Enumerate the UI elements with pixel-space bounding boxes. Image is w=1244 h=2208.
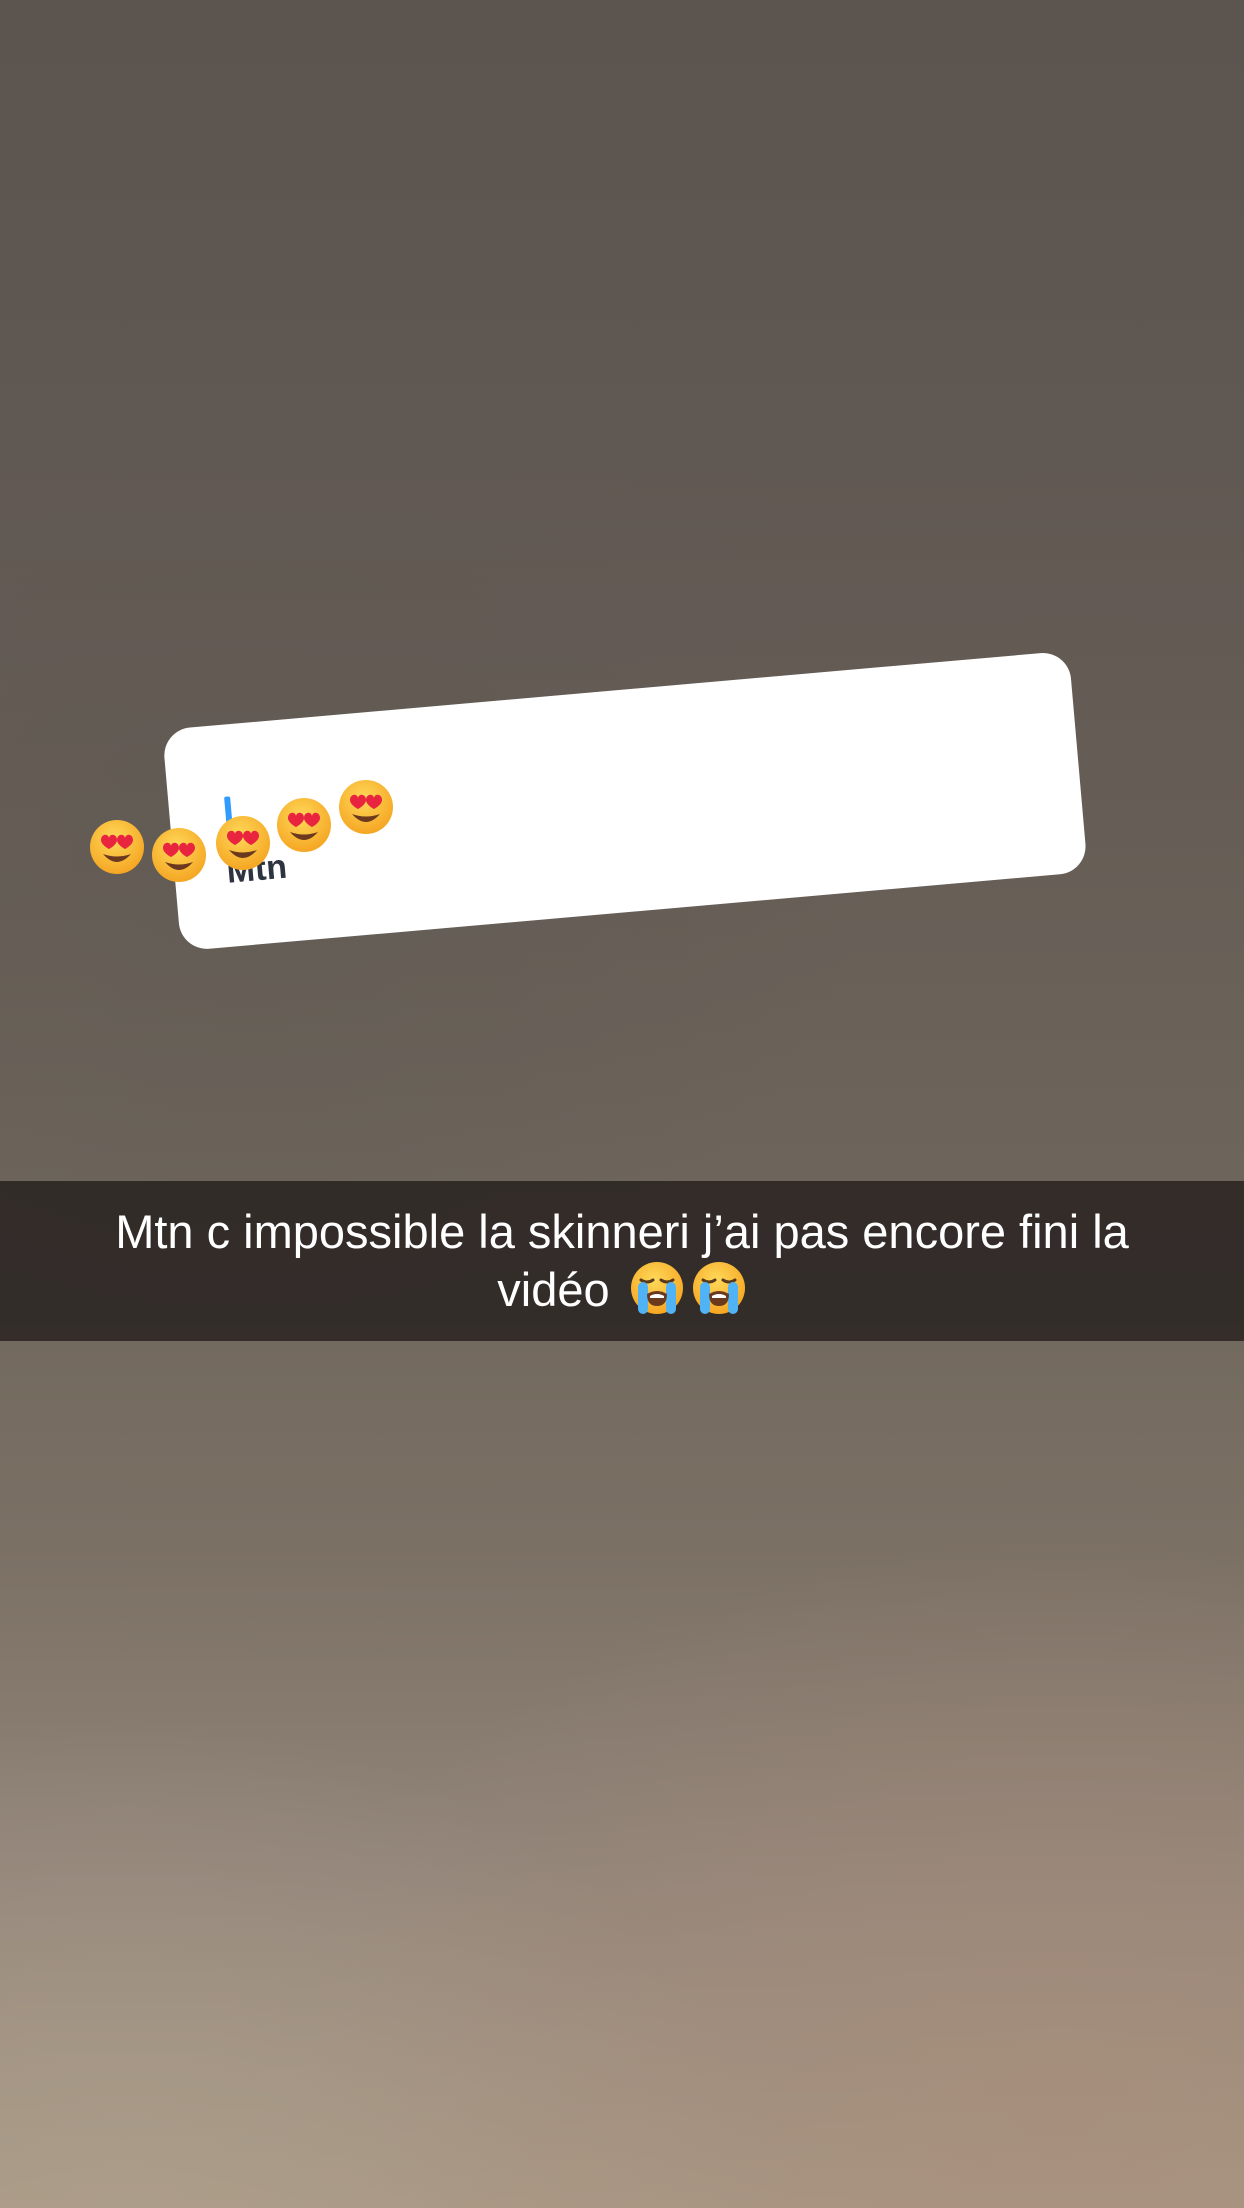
caption-line-2: vidéo <box>497 1263 610 1316</box>
heart-eyes-emoji <box>337 778 395 836</box>
heart-eyes-emoji <box>275 796 333 854</box>
heart-eyes-emoji <box>88 818 146 876</box>
heart-eyes-emoji <box>150 826 208 884</box>
caption-line-1: Mtn c impossible la skinneri j’ai pas en… <box>115 1205 1129 1258</box>
loudly-crying-emoji <box>691 1260 747 1316</box>
heart-eyes-emoji <box>214 814 272 872</box>
caption-text: Mtn c impossible la skinneri j’ai pas en… <box>40 1203 1204 1318</box>
caption-bar[interactable]: Mtn c impossible la skinneri j’ai pas en… <box>0 1181 1244 1341</box>
story-background <box>0 0 1244 2208</box>
loudly-crying-emoji <box>629 1260 685 1316</box>
